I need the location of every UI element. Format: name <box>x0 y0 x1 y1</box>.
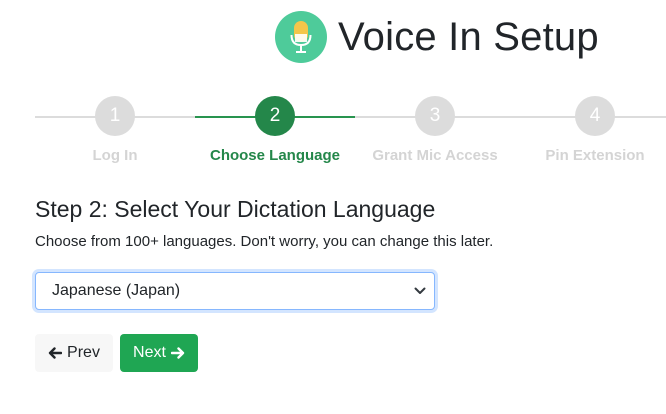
step-number: 3 <box>415 96 455 136</box>
setup-stepper: 1 Log In 2 Choose Language 3 Grant Mic A… <box>35 96 666 166</box>
arrow-right-icon <box>170 347 185 359</box>
step-content: Step 2: Select Your Dictation Language C… <box>35 196 493 250</box>
step-heading: Step 2: Select Your Dictation Language <box>35 196 436 222</box>
step-label: Pin Extension <box>545 147 645 164</box>
step-pin-extension: 4 Pin Extension <box>515 96 666 164</box>
step-label: Choose Language <box>209 147 340 164</box>
chevron-down-icon <box>414 287 426 294</box>
step-grant-mic-access: 3 Grant Mic Access <box>355 96 515 164</box>
prev-button[interactable]: Prev <box>35 334 113 372</box>
step-description: Choose from 100+ languages. Don't worry,… <box>35 233 494 250</box>
step-number: 4 <box>575 96 615 136</box>
step-number: 2 <box>255 96 295 136</box>
step-label: Log In <box>92 147 138 164</box>
arrow-left-icon <box>48 347 63 359</box>
app-title: Voice In Setup <box>338 15 599 59</box>
prev-button-label: Prev <box>67 344 100 361</box>
language-select-value: Japanese (Japan) <box>52 282 181 299</box>
language-select[interactable]: Japanese (Japan) <box>35 272 435 310</box>
app-header: Voice In Setup <box>275 10 599 64</box>
step-label: Grant Mic Access <box>372 147 498 164</box>
step-log-in: 1 Log In <box>35 96 195 164</box>
microphone-icon <box>275 11 327 63</box>
step-number: 1 <box>95 96 135 136</box>
next-button[interactable]: Next <box>120 334 198 372</box>
next-button-label: Next <box>133 344 166 361</box>
step-choose-language: 2 Choose Language <box>195 96 355 164</box>
